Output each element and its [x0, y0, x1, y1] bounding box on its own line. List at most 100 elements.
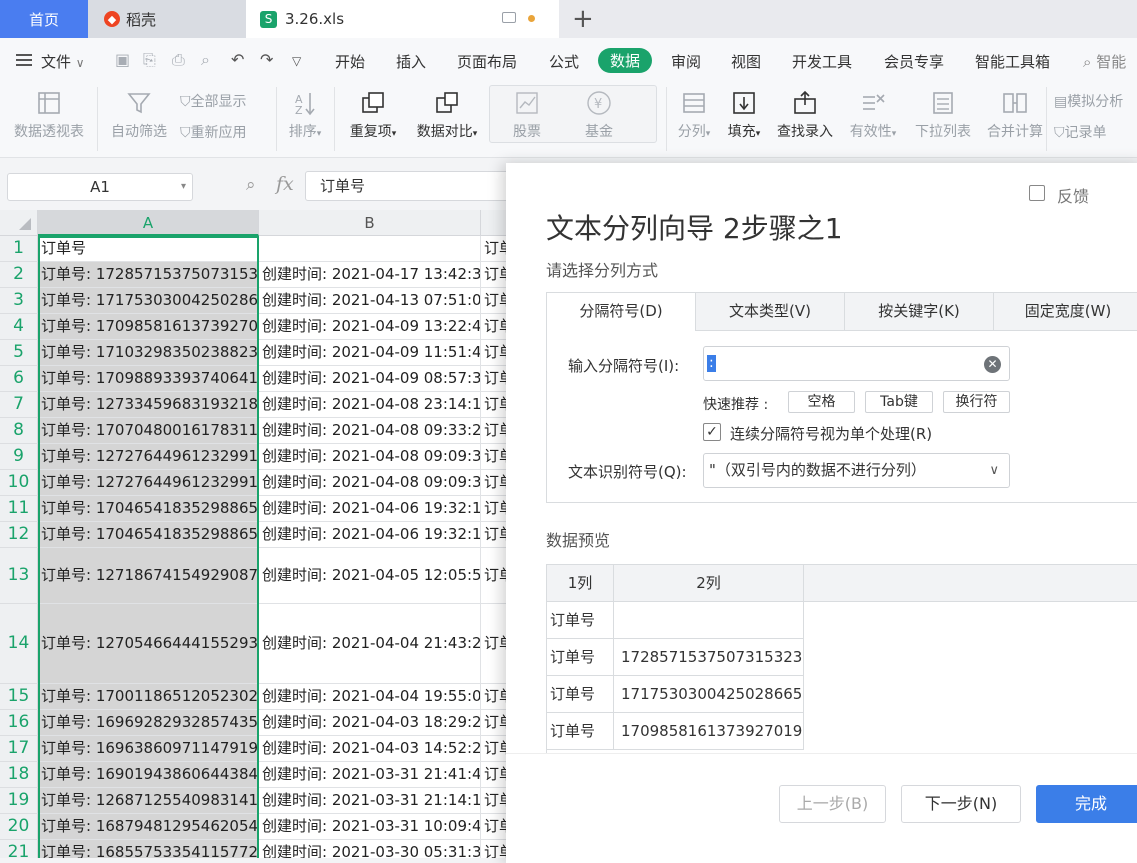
export-icon[interactable]: ⎘	[143, 50, 156, 70]
autofilter-button[interactable]: 自动筛选	[106, 89, 172, 141]
delimiter-input[interactable]: : ✕	[703, 346, 1010, 381]
monitor-icon[interactable]	[502, 12, 516, 23]
cell-b[interactable]: 创建时间: 2021-04-06 19:32:12	[259, 522, 481, 548]
hamburger-menu-icon[interactable]	[16, 54, 32, 66]
zoom-magnifier-icon[interactable]: ⌕	[246, 175, 256, 195]
row-header[interactable]: 8	[0, 418, 38, 444]
cell-b[interactable]: 创建时间: 2021-04-04 21:43:25	[259, 604, 481, 684]
menu-search[interactable]: ⌕ 智能	[1083, 51, 1126, 72]
tab-keyword[interactable]: 按关键字(K)	[844, 292, 994, 331]
row-header[interactable]: 12	[0, 522, 38, 548]
what-if-analysis-button[interactable]: ▤模拟分析	[1054, 91, 1123, 111]
cell-a[interactable]: 订单号: 1270546644415529386	[38, 604, 259, 684]
cell-b[interactable]: 创建时间: 2021-04-17 13:42:36	[259, 262, 481, 288]
formula-input[interactable]: 订单号	[305, 171, 515, 201]
menu-developer[interactable]: 开发工具	[792, 51, 852, 72]
cell-a[interactable]: 订单号: 1704654183529886533	[38, 522, 259, 548]
split-column-button[interactable]: 分列▾	[672, 89, 716, 141]
row-header[interactable]: 1	[0, 236, 38, 262]
row-header[interactable]: 14	[0, 604, 38, 684]
row-header[interactable]: 7	[0, 392, 38, 418]
row-header[interactable]: 3	[0, 288, 38, 314]
cell-a[interactable]: 订单号: 1271867415492908794	[38, 548, 259, 604]
save-icon[interactable]: ▣	[115, 50, 130, 69]
cell-b[interactable]: 创建时间: 2021-04-08 09:09:38	[259, 444, 481, 470]
cell-a[interactable]: 订单号: 1685575335411577252	[38, 840, 259, 858]
duplicates-button[interactable]: 重复项▾	[342, 89, 404, 141]
pivot-table-button[interactable]: 数据透视表	[10, 89, 88, 141]
row-header[interactable]: 6	[0, 366, 38, 392]
next-step-button[interactable]: 下一步(N)	[901, 785, 1021, 823]
cell-a[interactable]: 订单号: 1273345968319321885	[38, 392, 259, 418]
menu-review[interactable]: 审阅	[671, 51, 701, 72]
row-header[interactable]: 18	[0, 762, 38, 788]
customize-chevron-icon[interactable]: ▽	[292, 54, 301, 68]
cell-b[interactable]: 创建时间: 2021-03-30 05:31:39	[259, 840, 481, 858]
cell-b[interactable]: 创建时间: 2021-04-05 12:05:54	[259, 548, 481, 604]
cell-a[interactable]: 订单号: 1707048001617831106	[38, 418, 259, 444]
finish-button[interactable]: 完成	[1036, 785, 1137, 823]
undo-icon[interactable]: ↶	[231, 50, 244, 69]
cell-b[interactable]: 创建时间: 2021-04-13 07:51:03	[259, 288, 481, 314]
cell-b[interactable]: 创建时间: 2021-04-03 14:52:28	[259, 736, 481, 762]
cell-b[interactable]: 创建时间: 2021-04-08 09:33:23	[259, 418, 481, 444]
cell-a[interactable]: 订单号: 1696386097114791925	[38, 736, 259, 762]
previous-step-button[interactable]: 上一步(B)	[779, 785, 886, 823]
print-icon[interactable]: ⎙	[172, 50, 185, 70]
cell-a[interactable]: 订单号: 1709889339374064128	[38, 366, 259, 392]
menu-member[interactable]: 会员专享	[884, 51, 944, 72]
cell-a[interactable]: 订单号: 1710329835023882323	[38, 340, 259, 366]
cell-a[interactable]: 订单号: 1709858161373927019	[38, 314, 259, 340]
lookup-entry-button[interactable]: 查找录入	[774, 89, 836, 141]
cell-b[interactable]: 创建时间: 2021-04-06 19:32:12	[259, 496, 481, 522]
tab-daoke[interactable]: ◆ 稻壳	[88, 0, 246, 38]
fx-icon[interactable]: fx	[276, 173, 294, 195]
row-header[interactable]: 11	[0, 496, 38, 522]
cell-a[interactable]: 订单号: 1268712554098314196	[38, 788, 259, 814]
column-header-a[interactable]: A	[38, 210, 259, 236]
menu-page-layout[interactable]: 页面布局	[457, 51, 517, 72]
row-header[interactable]: 20	[0, 814, 38, 840]
validity-button[interactable]: 有效性▾	[844, 89, 902, 141]
new-tab-plus-icon[interactable]: +	[572, 4, 594, 34]
redo-icon[interactable]: ↷	[260, 50, 273, 69]
cell-b[interactable]: 创建时间: 2021-04-09 08:57:34	[259, 366, 481, 392]
show-all-button[interactable]: ⛉全部显示	[180, 91, 247, 111]
quick-space-button[interactable]: 空格	[788, 391, 855, 413]
menu-data[interactable]: 数据	[598, 48, 653, 73]
row-header[interactable]: 21	[0, 840, 38, 858]
feedback-link[interactable]: 反馈	[1057, 183, 1089, 207]
tab-delimited[interactable]: 分隔符号(D)	[546, 292, 696, 331]
record-form-button[interactable]: ⛉记录单	[1054, 122, 1107, 142]
cell-a[interactable]: 订单号: 1696928293285743574	[38, 710, 259, 736]
menu-formula[interactable]: 公式	[549, 51, 579, 72]
row-header[interactable]: 17	[0, 736, 38, 762]
merge-calc-button[interactable]: 合并计算	[982, 89, 1048, 141]
stock-button[interactable]: 股票	[505, 89, 549, 141]
menu-file[interactable]: 文件 ∨	[41, 51, 85, 72]
select-all-corner[interactable]	[0, 210, 38, 236]
fill-button[interactable]: 填充▾	[722, 89, 766, 141]
cell-b[interactable]: 创建时间: 2021-03-31 21:14:11	[259, 788, 481, 814]
cell-b[interactable]: 创建时间: 2021-04-09 11:51:48	[259, 340, 481, 366]
data-compare-button[interactable]: 数据对比▾	[410, 89, 484, 141]
menu-start[interactable]: 开始	[335, 51, 365, 72]
cell-a[interactable]: 订单号: 1687948129546205420	[38, 814, 259, 840]
cell-a[interactable]: 订单号: 1704654183529886533	[38, 496, 259, 522]
tab-file[interactable]: S 3.26.xls	[246, 0, 559, 38]
row-header[interactable]: 5	[0, 340, 38, 366]
fund-button[interactable]: ¥ 基金	[577, 89, 621, 141]
cell-a[interactable]: 订单号: 1700118651205230223	[38, 684, 259, 710]
consecutive-checkbox[interactable]: ✓	[703, 423, 721, 441]
dropdown-list-button[interactable]: 下拉列表	[910, 89, 976, 141]
cell-a[interactable]: 订单号: 1728571537507315323	[38, 262, 259, 288]
tab-fixed-width[interactable]: 固定宽度(W)	[993, 292, 1137, 331]
row-header[interactable]: 10	[0, 470, 38, 496]
row-header[interactable]: 2	[0, 262, 38, 288]
qualifier-select[interactable]: "（双引号内的数据不进行分列） ∨	[703, 453, 1010, 488]
quick-tab-button[interactable]: Tab键	[865, 391, 933, 413]
cell-a[interactable]: 订单号	[38, 236, 259, 262]
reapply-button[interactable]: ⛉重新应用	[180, 122, 247, 142]
cell-b[interactable]	[259, 236, 481, 262]
row-header[interactable]: 15	[0, 684, 38, 710]
